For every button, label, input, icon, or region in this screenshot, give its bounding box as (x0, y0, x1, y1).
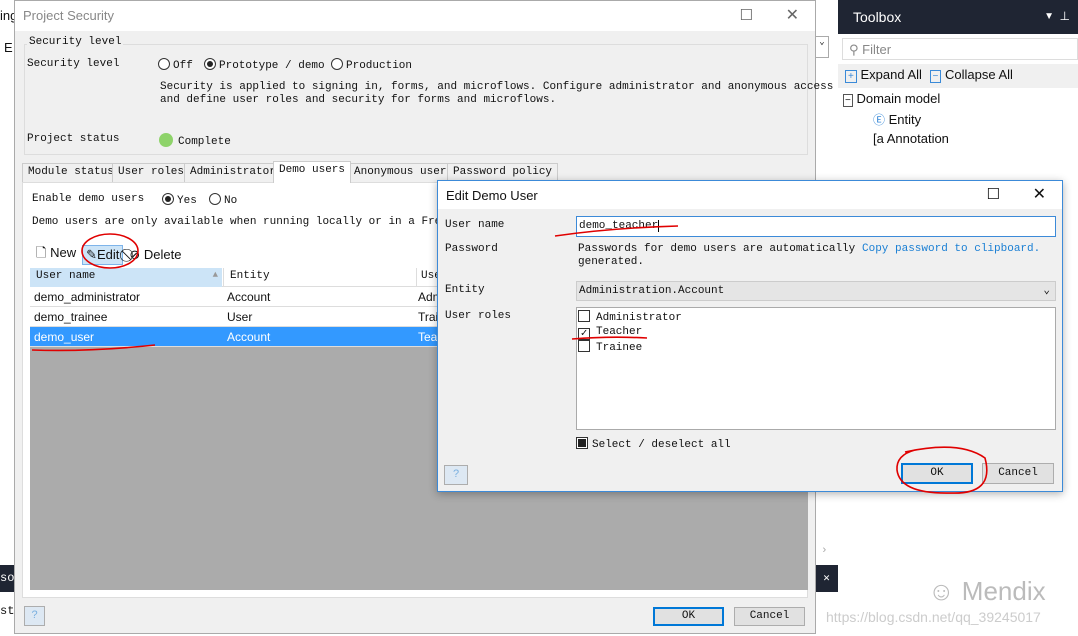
annotation-circle-ok (896, 446, 988, 494)
red-annotations (31, 225, 988, 494)
annotation-underline-demo-user (31, 344, 156, 352)
annotation-underline-teacher (571, 336, 648, 340)
annotation-circle-edit (81, 233, 139, 269)
annotation-underline-username (554, 225, 679, 237)
